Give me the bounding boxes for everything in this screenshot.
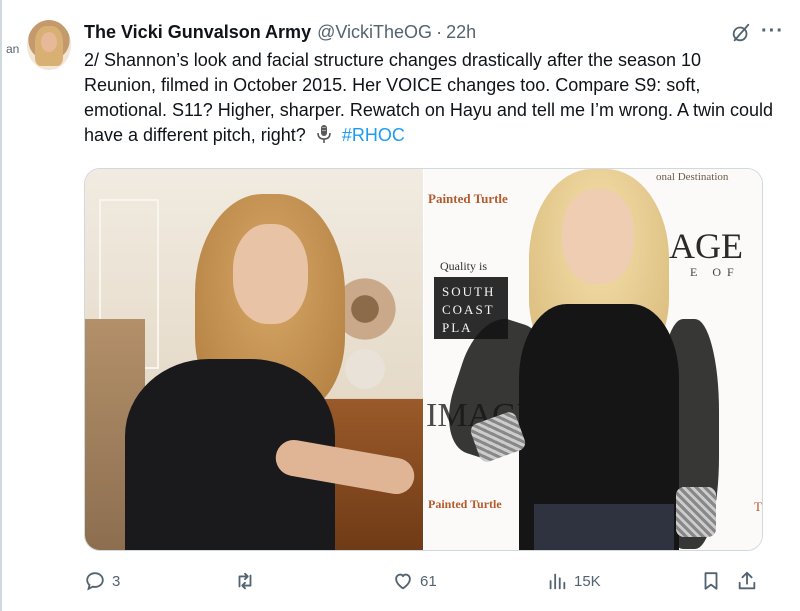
photo-right[interactable]: onal Destination Painted Turtle Quality … <box>423 169 762 550</box>
views-count: 15K <box>574 572 601 590</box>
side-tag: an <box>6 42 20 56</box>
heart-icon <box>395 573 411 590</box>
backdrop-text-quality: Quality is <box>440 259 487 273</box>
backdrop-text-t: T <box>754 499 762 514</box>
grok-icon[interactable] <box>730 22 752 44</box>
like-button[interactable]: 61 <box>392 570 437 592</box>
like-count: 61 <box>420 572 437 590</box>
backdrop-text-painted-turtle: Painted Turtle <box>428 191 508 206</box>
action-bar: 3 61 15K <box>84 566 764 596</box>
display-name[interactable]: The Vicki Gunvalson Army <box>84 22 311 43</box>
thread-line <box>0 0 2 611</box>
south-coast-line: COAST <box>442 302 495 317</box>
reply-count: 3 <box>112 572 121 590</box>
reply-icon <box>86 572 104 591</box>
backdrop-text-eof: E OF <box>690 265 740 279</box>
backdrop-text-age: AGE <box>669 226 743 266</box>
photo-cuff-right <box>676 487 716 537</box>
retweet-button[interactable] <box>234 570 262 592</box>
tweet-body: 2/ Shannon’s look and facial structure c… <box>84 50 774 145</box>
hashtag-link[interactable]: #RHOC <box>342 125 405 145</box>
avatar[interactable] <box>27 20 71 70</box>
south-coast-line: SOUTH <box>442 284 496 299</box>
backdrop-text-painted-turtle-bottom: Painted Turtle <box>428 497 502 511</box>
photo-left[interactable] <box>85 169 423 550</box>
bookmark-icon <box>704 572 718 590</box>
backdrop-text-banner: onal Destination <box>656 171 729 183</box>
share-icon <box>738 571 756 590</box>
photo-face <box>233 224 308 324</box>
more-options-icon[interactable]: ··· <box>761 20 784 43</box>
avatar-face <box>41 32 57 52</box>
photo-vase <box>345 349 385 389</box>
handle[interactable]: @VickiTheOG <box>317 22 432 43</box>
microphone-icon <box>317 125 331 143</box>
tweet-header: The Vicki Gunvalson Army @VickiTheOG · 2… <box>84 20 770 44</box>
share-button[interactable] <box>736 570 758 592</box>
retweet-icon <box>238 572 252 590</box>
photo-jeans <box>534 504 674 550</box>
views-icon <box>549 573 566 590</box>
reply-button[interactable]: 3 <box>84 570 120 592</box>
views-button[interactable]: 15K <box>546 570 601 592</box>
photo-face <box>562 189 634 284</box>
bookmark-button[interactable] <box>700 570 722 592</box>
timestamp[interactable]: 22h <box>446 22 476 43</box>
separator-dot: · <box>436 21 443 42</box>
media-grid[interactable]: onal Destination Painted Turtle Quality … <box>84 168 763 551</box>
tweet-text: 2/ Shannon’s look and facial structure c… <box>84 48 774 148</box>
